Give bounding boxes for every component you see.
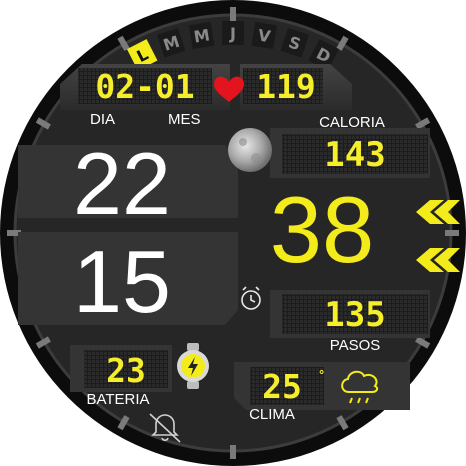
steps-value: 135 bbox=[324, 295, 385, 335]
weather-label: CLIMA bbox=[249, 406, 295, 423]
weekday-item: V bbox=[251, 21, 278, 50]
battery-label: BATERIA bbox=[86, 391, 149, 408]
calorie-value: 143 bbox=[324, 135, 385, 175]
weather-unit: ° bbox=[318, 368, 325, 382]
weekday-item: M bbox=[188, 21, 215, 50]
hours-value: 22 bbox=[73, 134, 171, 233]
month-label: MES bbox=[168, 111, 201, 128]
weekday-label: J bbox=[229, 24, 236, 43]
date-value: 02-01 bbox=[95, 67, 194, 106]
minutes-value: 15 bbox=[73, 232, 171, 331]
moon-crater bbox=[239, 138, 247, 146]
day-label: DIA bbox=[90, 111, 115, 128]
seconds-value: 38 bbox=[270, 177, 375, 282]
calorie-label: CALORIA bbox=[319, 114, 385, 131]
steps-label: PASOS bbox=[330, 337, 381, 354]
battery-value: 23 bbox=[106, 351, 146, 390]
weekday-item: J bbox=[222, 21, 244, 45]
heart-rate-value: 119 bbox=[256, 67, 316, 106]
watch-face: LM M J V SD 02-01 119 DIA MES CALORIA 143 22… bbox=[0, 0, 466, 466]
weather-temperature: 25 bbox=[262, 367, 302, 406]
weekday-label: M bbox=[192, 25, 211, 46]
moon-phase-icon bbox=[228, 128, 272, 172]
moon-crater bbox=[251, 153, 261, 163]
